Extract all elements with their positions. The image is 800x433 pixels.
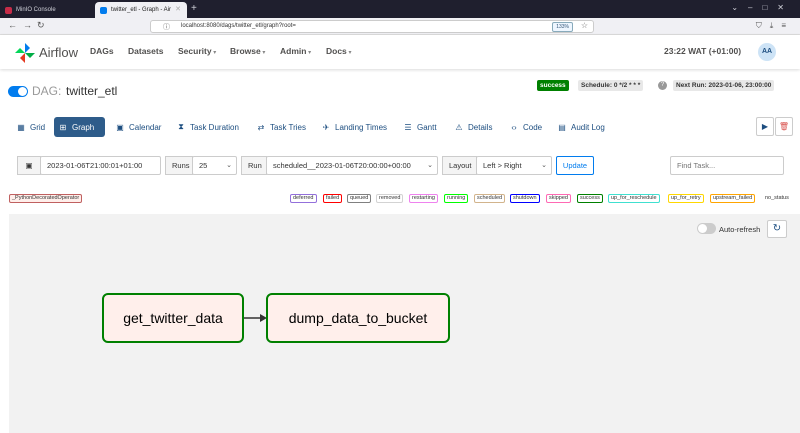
task-node-dump-data-to-bucket[interactable]: dump_data_to_bucket [266, 293, 450, 343]
task-node-get-twitter-data[interactable]: get_twitter_data [102, 293, 244, 343]
graph-edge [244, 314, 267, 322]
